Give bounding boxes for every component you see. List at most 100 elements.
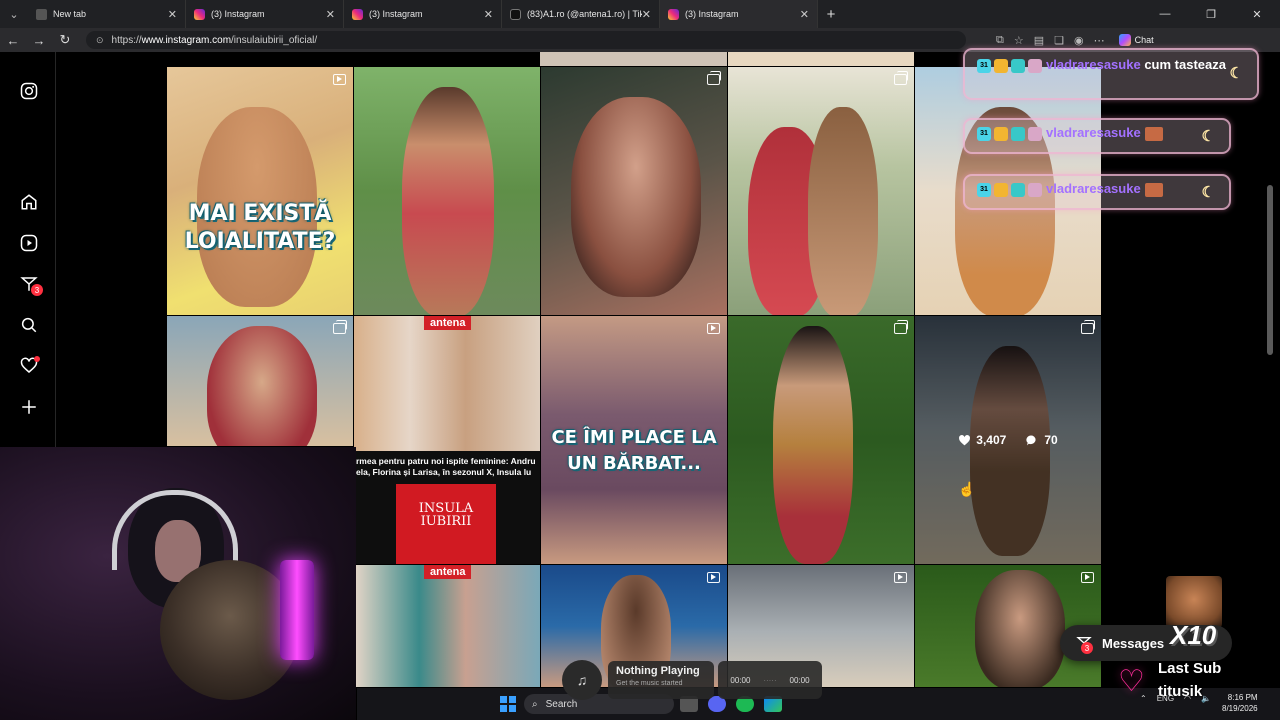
chat-message-2: 31 vladraresasuke ☾ <box>963 118 1231 154</box>
tab-new-tab[interactable]: New tab ✕ <box>28 0 186 28</box>
favorites-icon[interactable]: ☆ <box>1014 34 1024 47</box>
reels-icon[interactable] <box>18 232 40 254</box>
post-7-caption: rmea pentru patru noi ispite feminine: A… <box>356 456 536 478</box>
post-1[interactable]: MAI EXISTĂ LOIALITATE? <box>167 67 353 315</box>
music-widget: ♫ Nothing Playing Get the music started … <box>562 659 832 701</box>
site-info-icon[interactable]: ⊙ <box>96 35 104 46</box>
home-icon[interactable] <box>18 191 40 213</box>
crown-badge-icon <box>994 58 1008 73</box>
chat-label: Chat <box>1134 35 1154 45</box>
instagram-icon <box>668 8 679 20</box>
windows-start-icon[interactable] <box>500 696 516 712</box>
reload-icon[interactable]: ↻ <box>52 32 78 48</box>
system-tray: ⌃ ENG ◠ 🔈 <box>1140 694 1211 703</box>
tab-bar: ⌄ New tab ✕ (3) Instagram ✕ (3) Instagra… <box>0 0 1280 28</box>
post-partial[interactable] <box>728 52 914 66</box>
likes-count: 3,407 <box>976 433 1007 447</box>
extension-icon[interactable]: ⧉ <box>996 34 1004 47</box>
post-10[interactable]: 3,407 70 <box>915 316 1101 564</box>
neon-light <box>280 560 314 660</box>
post-9[interactable] <box>728 316 914 564</box>
tab-label: New tab <box>53 9 87 19</box>
close-icon[interactable]: ✕ <box>168 8 177 21</box>
gift-badge-icon <box>1011 58 1025 73</box>
sub-badge-icon: 31 <box>977 126 991 141</box>
language-indicator[interactable]: ENG <box>1157 694 1174 703</box>
tab-instagram-2[interactable]: (3) Instagram ✕ <box>344 0 502 28</box>
chat-message-1: 31 vladraresasuke cum tasteaza ☾ <box>963 48 1259 100</box>
collections-icon[interactable]: ❏ <box>1054 34 1064 47</box>
tab-instagram-1[interactable]: (3) Instagram ✕ <box>186 0 344 28</box>
back-icon[interactable]: ← <box>0 33 26 48</box>
gift-badge-icon <box>1011 182 1025 197</box>
chat-username: vladraresasuke <box>1046 181 1141 196</box>
reel-icon <box>1081 572 1094 583</box>
post-4[interactable] <box>728 67 914 315</box>
close-icon[interactable]: ✕ <box>484 8 493 21</box>
instagram-icon <box>352 8 363 20</box>
chat-username: vladraresasuke <box>1046 125 1141 140</box>
wifi-icon[interactable]: ◠ <box>1184 694 1191 703</box>
tab-label: (3) Instagram <box>211 9 265 19</box>
logo-line2: IUBIRII <box>420 514 472 529</box>
last-sub-label: Last Sub <box>1158 660 1222 677</box>
maximize-icon[interactable]: ❐ <box>1188 0 1234 28</box>
likes-stat: 3,407 <box>958 433 1006 447</box>
emote-icon <box>1144 126 1163 141</box>
minimize-icon[interactable]: — <box>1142 0 1188 28</box>
page-scrollbar[interactable] <box>1267 185 1273 355</box>
post-12[interactable]: antena <box>354 565 540 687</box>
tab-label: (83)A1.ro (@antena1.ro) | TikTok <box>527 9 642 19</box>
tab-search-chevron-icon[interactable]: ⌄ <box>0 0 28 28</box>
post-6[interactable] <box>167 316 353 446</box>
post-7[interactable]: antena rmea pentru patru noi ispite femi… <box>354 316 540 564</box>
search-icon: ⌕ <box>532 698 538 710</box>
emote-badge-icon <box>1028 182 1042 197</box>
new-tab-button[interactable]: + <box>818 0 844 28</box>
music-note-icon[interactable]: ♫ <box>562 660 602 700</box>
post-8[interactable]: CE ÎMI PLACE LA UN BĂRBAT... <box>541 316 727 564</box>
copilot-chat-button[interactable]: Chat <box>1118 34 1154 46</box>
gift-badge-icon <box>1011 126 1025 141</box>
tab-instagram-active[interactable]: (3) Instagram ✕ <box>660 0 818 28</box>
post-partial[interactable] <box>540 52 727 66</box>
toolbar-icons: ⧉ ☆ ▤ ❏ ◉ ⋯ <box>996 34 1105 47</box>
split-screen-icon[interactable]: ▤ <box>1034 34 1044 47</box>
close-window-icon[interactable]: ✕ <box>1234 0 1280 28</box>
chat-text: cum tasteaza <box>1144 57 1226 72</box>
multiplier-label: X10 <box>1170 620 1217 650</box>
close-icon[interactable]: ✕ <box>326 8 335 21</box>
url-field[interactable]: ⊙ https://www.instagram.com/insulaiubiri… <box>86 31 966 49</box>
messages-badge: 3 <box>1081 642 1093 654</box>
emote-icon <box>1144 182 1163 197</box>
reel-icon <box>894 572 907 583</box>
window-controls: — ❐ ✕ <box>1142 0 1280 28</box>
close-icon[interactable]: ✕ <box>642 8 651 21</box>
copilot-icon <box>1118 34 1131 46</box>
more-icon[interactable]: ⋯ <box>1094 34 1105 47</box>
insula-iubirii-logo: INSULA IUBIRII <box>396 484 496 564</box>
messages-count-badge: 3 <box>31 284 43 296</box>
crown-badge-icon <box>994 182 1008 197</box>
search-icon[interactable] <box>18 314 40 336</box>
sub-badge-icon: 31 <box>977 58 991 73</box>
carousel-icon <box>707 71 721 85</box>
post-1-title-line2: LOIALITATE? <box>184 229 336 254</box>
comment-icon <box>1026 434 1036 445</box>
messages-label: Messages <box>1102 635 1165 651</box>
carousel-icon <box>333 320 347 334</box>
create-plus-icon[interactable] <box>18 396 40 418</box>
time-total: 00:00 <box>789 675 810 685</box>
crown-badge-icon <box>994 126 1008 141</box>
carousel-icon <box>894 320 908 334</box>
tray-chevron-icon[interactable]: ⌃ <box>1140 694 1147 703</box>
post-3[interactable] <box>541 67 727 315</box>
close-icon[interactable]: ✕ <box>800 8 809 21</box>
instagram-logo-icon[interactable] <box>18 80 40 102</box>
forward-icon[interactable]: → <box>26 33 52 48</box>
profile-icon[interactable]: ◉ <box>1074 34 1084 47</box>
post-2[interactable] <box>354 67 540 315</box>
taskbar-clock[interactable]: 8:16 PM 8/19/2026 <box>1222 692 1258 714</box>
tab-tiktok[interactable]: (83)A1.ro (@antena1.ro) | TikTok ✕ <box>502 0 660 28</box>
volume-icon[interactable]: 🔈 <box>1201 694 1211 703</box>
